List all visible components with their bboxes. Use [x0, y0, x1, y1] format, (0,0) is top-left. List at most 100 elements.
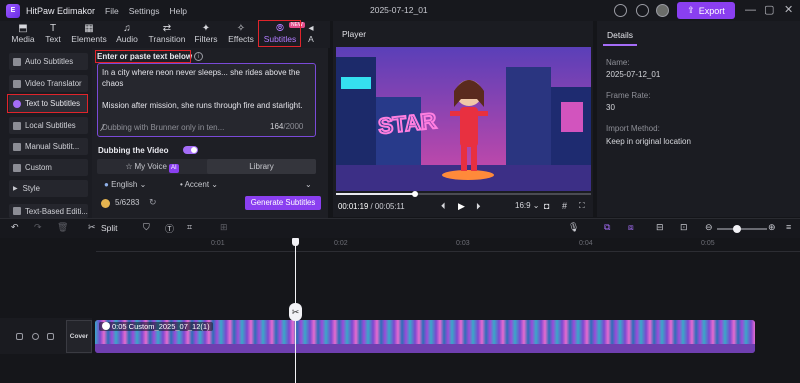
seek-handle[interactable]: [412, 191, 418, 197]
play-icon[interactable]: ▶: [458, 201, 465, 212]
tab-transition[interactable]: ⇄ Transition: [146, 21, 188, 48]
magic-wand-icon[interactable]: ⁄: [102, 123, 104, 133]
info-icon[interactable]: i: [194, 52, 203, 61]
settings-circle-icon[interactable]: [636, 4, 649, 17]
detail-value: 2025-07-12_01: [606, 70, 661, 79]
sidebar-item-style[interactable]: ▶ Style: [9, 180, 88, 197]
highlight-box: [7, 94, 88, 113]
crop-icon[interactable]: ⌗: [187, 222, 192, 233]
video-clip[interactable]: 0:05 Custom_2025_07_12(1): [95, 320, 755, 353]
cover-thumbnail[interactable]: Cover: [66, 320, 92, 353]
tab-effects[interactable]: ✧ Effects: [226, 21, 256, 48]
dubbing-label: Dubbing the Video: [98, 146, 169, 155]
snapshot-icon[interactable]: ◘: [544, 201, 549, 211]
microphone-icon[interactable]: 🎙: [568, 222, 579, 233]
voice-icon: •: [180, 180, 183, 189]
tab-filters[interactable]: ✦ Filters: [192, 21, 220, 48]
sidebar-item-custom[interactable]: Custom: [9, 159, 88, 176]
menu-settings[interactable]: Settings: [129, 6, 160, 16]
tab-my-voice[interactable]: ☆ My Voice AI: [97, 159, 207, 174]
time-ruler[interactable]: [96, 240, 800, 252]
minimize-icon[interactable]: —: [745, 3, 756, 17]
chevron-down-icon: ⌄: [211, 180, 218, 189]
menu-help[interactable]: Help: [169, 6, 186, 16]
close-icon[interactable]: ✕: [784, 3, 793, 17]
tab-audio[interactable]: ♫ Audio: [112, 21, 142, 48]
generate-subtitles-button[interactable]: Generate Subtitles: [245, 196, 321, 210]
seek-progress: [336, 193, 413, 195]
menu-icon[interactable]: ≡: [786, 222, 791, 232]
delete-icon[interactable]: 🗑: [57, 222, 68, 233]
accent-dropdown[interactable]: • Accent ⌄: [180, 180, 218, 189]
maximize-icon[interactable]: ▢: [764, 3, 774, 17]
text-tool-icon[interactable]: Ⓣ: [165, 222, 174, 235]
link-icon[interactable]: ⧉: [604, 222, 610, 233]
sidebar-item-auto-subtitles[interactable]: Auto Subtitles: [9, 53, 88, 70]
sidebar-item-text-based-editing[interactable]: Text-Based Editi...: [9, 204, 88, 218]
undo-icon[interactable]: ↶: [11, 222, 19, 233]
globe-icon: ●: [104, 180, 109, 189]
clip-name: 0:05 Custom_2025_07_12(1): [112, 322, 210, 331]
current-time: 00:01:19: [338, 202, 369, 211]
mask-icon[interactable]: ⛉: [143, 222, 150, 233]
tick-label: 0:01: [211, 240, 225, 247]
fit-icon[interactable]: ⊡: [680, 222, 688, 233]
split-icon[interactable]: ✂: [88, 222, 96, 233]
text-line: In a city where neon never sleeps... she…: [102, 68, 300, 88]
seek-bar[interactable]: [336, 193, 591, 195]
zoom-out-icon[interactable]: ⊖: [705, 222, 713, 233]
tab-transition-label: Transition: [148, 34, 186, 44]
add-track-icon[interactable]: ⊞: [220, 222, 228, 233]
tab-media[interactable]: ⬒ Media: [6, 21, 40, 48]
zoom-in-icon[interactable]: ⊕: [768, 222, 776, 233]
menu-file[interactable]: File: [105, 6, 119, 16]
zoom-slider[interactable]: [717, 228, 767, 230]
avatar[interactable]: [656, 4, 669, 17]
char-count: 164/2000: [270, 122, 303, 131]
text-line: [102, 89, 311, 100]
prev-frame-icon[interactable]: ⏴: [441, 201, 446, 212]
language-dropdown[interactable]: ● English ⌄: [104, 180, 146, 189]
sidebar-item-manual-subtitles[interactable]: Manual Subtit...: [9, 138, 88, 155]
text-based-editing-icon: [13, 207, 21, 215]
scissors-icon[interactable]: ✂: [289, 303, 302, 321]
my-voice-label: My Voice: [134, 162, 167, 171]
zoom-handle[interactable]: [733, 225, 741, 233]
sidebar-item-label: Local Subtitles: [25, 121, 76, 130]
snap-icon[interactable]: ⊟: [656, 222, 664, 233]
language-value: English: [111, 180, 138, 189]
audio-icon: ♫: [123, 23, 131, 34]
help-circle-icon[interactable]: [614, 4, 627, 17]
split-button[interactable]: Split: [101, 223, 118, 233]
aspect-ratio-dropdown[interactable]: 16:9 ⌄: [515, 201, 540, 210]
app-name: HitPaw Edimakor: [26, 5, 96, 16]
video-preview[interactable]: STAR: [336, 47, 591, 191]
playhead-handle[interactable]: [292, 238, 299, 246]
player-title: Player: [342, 29, 367, 39]
tab-details[interactable]: Details: [603, 24, 637, 46]
tab-elements[interactable]: ▦ Elements: [68, 21, 110, 48]
tab-library[interactable]: Library: [207, 159, 316, 174]
magnet-icon[interactable]: ⧈: [628, 222, 634, 233]
sidebar-item-local-subtitles[interactable]: Local Subtitles: [9, 117, 88, 134]
transition-icon: ⇄: [162, 23, 172, 34]
fullscreen-icon[interactable]: ⛶: [579, 201, 585, 211]
eye-icon[interactable]: [32, 333, 39, 340]
chevron-down-icon[interactable]: ⌄: [305, 180, 312, 189]
tab-text[interactable]: T Text: [40, 21, 66, 48]
sidebar-item-video-translator[interactable]: Video Translator: [9, 75, 88, 92]
refresh-icon[interactable]: ↻: [149, 197, 157, 208]
custom-icon: [13, 163, 21, 172]
export-button[interactable]: ⇪ Export: [677, 2, 735, 19]
sidebar-item-label: Style: [22, 184, 40, 193]
dubbing-toggle[interactable]: [183, 146, 198, 154]
volume-icon[interactable]: [47, 333, 54, 340]
detail-label: Name:: [606, 58, 630, 67]
next-frame-icon[interactable]: ⏵: [476, 201, 481, 212]
tab-more[interactable]: ◂ A: [304, 21, 318, 48]
detail-value: 30: [606, 103, 615, 112]
redo-icon[interactable]: ↷: [34, 222, 42, 233]
grid-icon[interactable]: #: [562, 201, 567, 211]
more-icon: ◂: [308, 23, 314, 34]
lock-icon[interactable]: [16, 333, 23, 340]
